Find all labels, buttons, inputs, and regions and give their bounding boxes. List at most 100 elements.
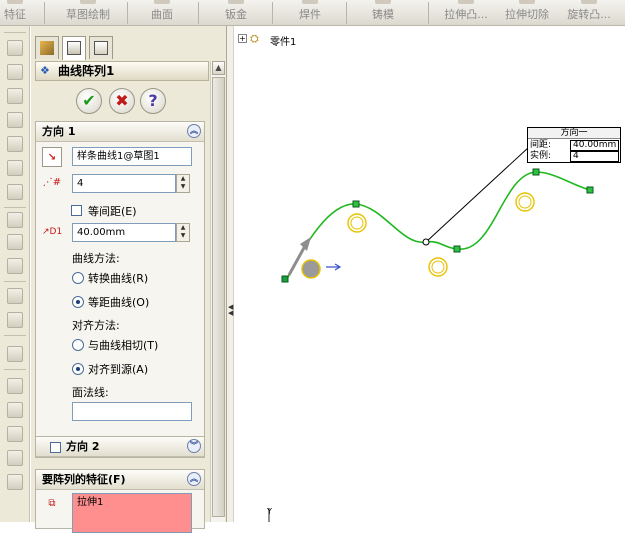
dimension-tool-icon[interactable]: [7, 258, 23, 274]
curve-control-point: [532, 168, 540, 176]
curve-control-point: [352, 200, 360, 208]
weldment-icon: [302, 0, 318, 4]
curve-control-point: [453, 245, 461, 253]
chevron-up-icon[interactable]: ︽: [187, 124, 201, 138]
cut-revolve-tool-icon[interactable]: [7, 160, 23, 176]
callout-leader-line: [425, 146, 530, 243]
callout-spacing-value[interactable]: 40.00mm: [570, 140, 619, 151]
graphics-area[interactable]: + ⛭ 零件1 Y 方向一 间距: 40.00mm 实例: 4: [234, 26, 625, 522]
feature-item[interactable]: 拉伸1: [77, 497, 103, 508]
direction2-group: 方向 2 ︾: [35, 436, 205, 458]
helix-tool-icon[interactable]: [7, 426, 23, 442]
direction-callout[interactable]: 方向一 间距: 40.00mm 实例: 4: [527, 127, 621, 163]
mold-icon: [375, 0, 391, 4]
tab-configuration-manager[interactable]: [89, 36, 113, 59]
spline-curve: [286, 171, 591, 280]
pattern-origin-point: [422, 238, 430, 246]
instances-icon: ⋰#: [42, 177, 62, 188]
features-list[interactable]: 拉伸1: [72, 493, 192, 533]
y-axis-label: Y: [266, 507, 272, 516]
pattern-instance-inner: [350, 216, 364, 230]
direction2-checkbox[interactable]: [50, 442, 61, 453]
toolbar-extrude-cut-button[interactable]: 拉伸切除: [501, 0, 553, 26]
callout-spacing-label: 间距:: [530, 140, 552, 150]
panel-scrollbar[interactable]: ▲: [210, 61, 225, 522]
toolbar-revolve-boss-button[interactable]: 旋转凸...: [561, 0, 617, 26]
direction-triad-icon: [326, 263, 342, 271]
face-normal-label: 面法线:: [72, 386, 109, 399]
mirror-tool-icon[interactable]: [7, 346, 23, 362]
pattern-tool-icon[interactable]: [7, 378, 23, 394]
revolve-boss-icon: [581, 0, 597, 4]
direction1-group: 方向 1 ︽ ↘ 样条曲线1@草图1 ⋰# 4 ▲ ▼ 等间距(E) ↗D1 40…: [35, 121, 205, 458]
distance-icon: ↗D1: [42, 227, 63, 237]
point-tool-icon[interactable]: [7, 234, 23, 250]
extrude-boss-icon: [458, 0, 474, 4]
align-method-label: 对齐方法:: [72, 319, 120, 332]
curve-method-label: 曲线方法:: [72, 252, 120, 265]
help-button[interactable]: ?: [140, 88, 166, 114]
plane-tool-icon[interactable]: [7, 450, 23, 466]
curve-reference-field[interactable]: 样条曲线1@草图1: [72, 147, 192, 166]
direction2-header[interactable]: 方向 2 ︾: [36, 437, 204, 457]
ok-button[interactable]: ✔: [76, 88, 102, 114]
sheetmetal-icon: [228, 0, 244, 4]
toolbar-weldment-tab[interactable]: 焊件: [296, 0, 324, 26]
align-to-source-radio[interactable]: [72, 363, 84, 375]
axis-tool-icon[interactable]: [7, 474, 23, 490]
tab-feature-manager[interactable]: [35, 36, 59, 59]
instances-spinner[interactable]: ▲ ▼: [176, 174, 190, 193]
tab-property-manager[interactable]: [62, 36, 86, 60]
direction-arrow-head: [300, 237, 311, 251]
toolbar-features-tab[interactable]: 特征: [0, 0, 30, 26]
feature-manager-icon: [40, 41, 54, 55]
features-select-icon: ⧉: [48, 498, 56, 509]
sweep-tool-icon[interactable]: [7, 88, 23, 104]
tangent-to-curve-radio[interactable]: [72, 339, 84, 351]
direction-arrow-icon[interactable]: ↘: [42, 147, 62, 167]
curve-tool-icon[interactable]: [7, 402, 23, 418]
extrude-tool-icon[interactable]: [7, 40, 23, 56]
direction1-header[interactable]: 方向 1 ︽: [36, 122, 204, 142]
model-view: Y: [266, 146, 594, 522]
callout-title: 方向一: [528, 128, 620, 139]
tangent-to-curve-label: 与曲线相切(T): [88, 339, 159, 352]
features-icon: [7, 0, 23, 4]
transform-curve-label: 转换曲线(R): [88, 272, 149, 285]
extrude-cut-icon: [519, 0, 535, 4]
pattern-instance-inner: [431, 260, 445, 274]
left-tool-strip: [0, 26, 30, 522]
feature-title: 曲线阵列1: [58, 64, 115, 78]
chevron-up-icon[interactable]: ︽: [187, 472, 201, 486]
cancel-button[interactable]: ✖: [109, 88, 135, 114]
scroll-up-arrow[interactable]: ▲: [212, 61, 225, 75]
shell-tool-icon[interactable]: [7, 288, 23, 304]
revolve-tool-icon[interactable]: [7, 64, 23, 80]
toolbar-sketch-tab[interactable]: 草图绘制: [60, 0, 116, 26]
align-to-source-label: 对齐到源(A): [88, 363, 149, 376]
line-tool-icon[interactable]: [7, 212, 23, 228]
rib-tool-icon[interactable]: [7, 312, 23, 328]
pattern-instance-inner: [518, 195, 532, 209]
features-to-pattern-group: 要阵列的特征(F) ︽ ⧉ 拉伸1: [35, 469, 205, 533]
distance-spinner[interactable]: ▲ ▼: [176, 223, 190, 242]
transform-curve-radio[interactable]: [72, 272, 84, 284]
cut-tool-icon[interactable]: [7, 136, 23, 152]
toolbar-mold-tab[interactable]: 铸模: [369, 0, 397, 26]
distance-input[interactable]: 40.00mm: [72, 223, 176, 242]
callout-instances-value[interactable]: 4: [570, 151, 619, 162]
panel-splitter[interactable]: ◀ ◀: [227, 26, 234, 522]
toolbar-extrude-boss-button[interactable]: 拉伸凸...: [440, 0, 492, 26]
instances-input[interactable]: 4: [72, 174, 176, 193]
toolbar-sheetmetal-tab[interactable]: 钣金: [222, 0, 250, 26]
seed-feature: [301, 259, 321, 279]
loft-tool-icon[interactable]: [7, 112, 23, 128]
toolbar-surface-tab[interactable]: 曲面: [148, 0, 176, 26]
chevron-down-icon[interactable]: ︾: [187, 439, 201, 453]
scroll-thumb[interactable]: [212, 77, 225, 517]
face-normal-field[interactable]: [72, 402, 192, 421]
features-to-pattern-header[interactable]: 要阵列的特征(F) ︽: [36, 470, 204, 490]
fillet-tool-icon[interactable]: [7, 184, 23, 200]
equal-spacing-checkbox[interactable]: [71, 205, 82, 216]
offset-curve-radio[interactable]: [72, 296, 84, 308]
